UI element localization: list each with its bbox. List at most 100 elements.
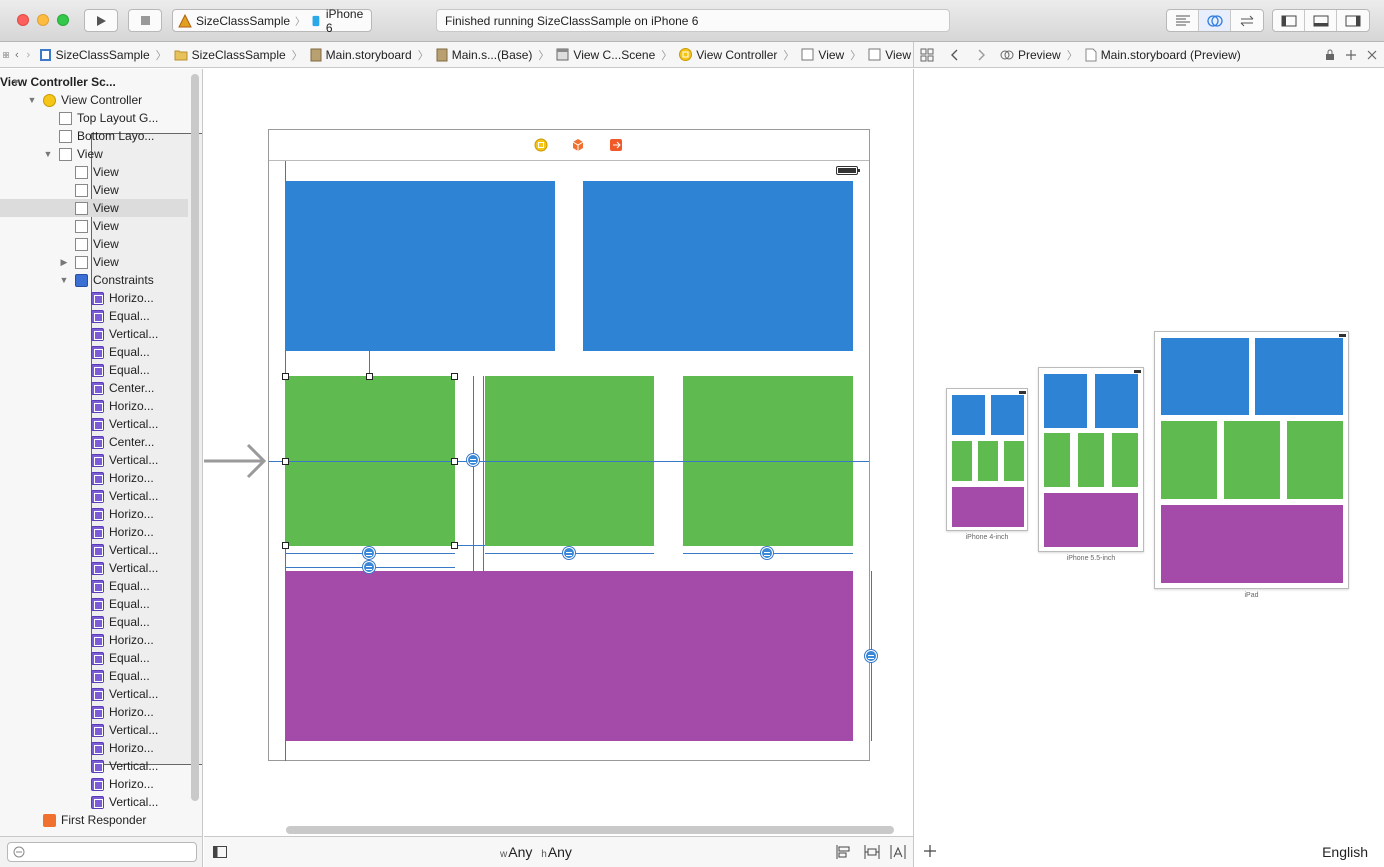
standard-editor-button[interactable] <box>1167 10 1199 31</box>
add-device-icon[interactable] <box>924 845 936 857</box>
horizontal-spacing-constraint[interactable] <box>473 376 474 576</box>
canvas-horizontal-scrollbar[interactable] <box>286 826 894 834</box>
outline-row-view[interactable]: ▼ View <box>0 145 188 163</box>
outline-row-vertical[interactable]: Vertical... <box>0 487 188 505</box>
constraint-equal-badge[interactable] <box>363 561 375 573</box>
outline-row-first-responder[interactable]: First Responder <box>0 811 188 829</box>
outline-row-vertical[interactable]: Vertical... <box>0 721 188 739</box>
outline-row-vertical[interactable]: Vertical... <box>0 685 188 703</box>
outline-row-view[interactable]: View <box>0 235 188 253</box>
outline-row-center[interactable]: Center... <box>0 379 188 397</box>
resize-handle[interactable] <box>366 373 373 380</box>
forward-arrow-icon[interactable] <box>976 49 986 61</box>
resize-handle[interactable] <box>282 542 289 549</box>
lock-icon[interactable] <box>1325 49 1335 61</box>
toggle-debug-area-button[interactable] <box>1305 10 1337 31</box>
first-responder-icon[interactable] <box>571 138 585 152</box>
outline-row-vertical[interactable]: Vertical... <box>0 415 188 433</box>
outline-row-equal[interactable]: Equal... <box>0 343 188 361</box>
outline-row-horizo[interactable]: Horizo... <box>0 703 188 721</box>
horizontal-spacing-constraint[interactable] <box>483 376 484 580</box>
outline-row-constraints[interactable]: ▼ Constraints <box>0 271 188 289</box>
center-y-constraint[interactable] <box>269 461 869 462</box>
outline-row-horizo[interactable]: Horizo... <box>0 631 188 649</box>
outline-row-equal[interactable]: Equal... <box>0 667 188 685</box>
constraint-equal-badge[interactable] <box>363 547 375 559</box>
related-items-icon[interactable] <box>920 48 934 62</box>
close-window-button[interactable] <box>17 14 29 26</box>
toggle-navigator-button[interactable] <box>1273 10 1305 31</box>
jumpbar-storyboard[interactable]: Main.storyboard <box>308 48 414 62</box>
outline-row-view[interactable]: View <box>0 199 188 217</box>
outline-row-center[interactable]: Center... <box>0 433 188 451</box>
size-class-selector[interactable]: wAny hAny <box>500 844 572 860</box>
toggle-utilities-button[interactable] <box>1337 10 1369 31</box>
view-controller-scene[interactable] <box>268 129 877 761</box>
outline-row-equal[interactable]: Equal... <box>0 307 188 325</box>
resize-handle[interactable] <box>451 542 458 549</box>
outline-row-view[interactable]: View <box>0 181 188 199</box>
jumpbar-group[interactable]: SizeClassSample <box>172 48 288 62</box>
disclosure-expanded-icon[interactable]: ▼ <box>27 95 37 105</box>
constraint-equal-badge[interactable] <box>865 650 877 662</box>
outline-row-horizo[interactable]: Horizo... <box>0 397 188 415</box>
back-arrow-icon[interactable] <box>15 49 19 61</box>
blue-view-left[interactable] <box>285 181 555 351</box>
forward-arrow-icon[interactable] <box>26 49 31 61</box>
outline-row-bottom-layo[interactable]: Bottom Layo... <box>0 127 188 145</box>
constraint-equal-badge[interactable] <box>563 547 575 559</box>
preview-language-selector[interactable]: English <box>1322 844 1368 860</box>
stop-button[interactable] <box>128 9 162 32</box>
assistant-mode-selector[interactable]: Preview <box>998 48 1063 62</box>
jumpbar-project[interactable]: SizeClassSample <box>37 48 152 62</box>
align-icon[interactable] <box>836 845 852 859</box>
outline-row-vertical[interactable]: Vertical... <box>0 793 188 811</box>
view-controller-icon[interactable] <box>534 138 548 152</box>
outline-row-equal[interactable]: Equal... <box>0 361 188 379</box>
outline-row-vertical[interactable]: Vertical... <box>0 451 188 469</box>
assistant-file[interactable]: Main.storyboard (Preview) <box>1083 48 1243 62</box>
outline-row-top-layout-g[interactable]: Top Layout G... <box>0 109 188 127</box>
outline-row-horizo[interactable]: Horizo... <box>0 289 188 307</box>
outline-row-horizo[interactable]: Horizo... <box>0 505 188 523</box>
pin-icon[interactable] <box>864 845 880 859</box>
outline-row-horizo[interactable]: Horizo... <box>0 775 188 793</box>
jumpbar-scene[interactable]: View C...Scene <box>554 48 657 62</box>
purple-view[interactable] <box>285 571 853 741</box>
jumpbar-subview[interactable]: View <box>866 48 913 62</box>
resize-handle[interactable] <box>282 373 289 380</box>
outline-row-vertical[interactable]: Vertical... <box>0 559 188 577</box>
outline-row-horizo[interactable]: Horizo... <box>0 469 188 487</box>
outline-row-vertical[interactable]: Vertical... <box>0 541 188 559</box>
resize-handle[interactable] <box>451 458 458 465</box>
blue-view-right[interactable] <box>583 181 853 351</box>
assistant-editor-button[interactable] <box>1199 10 1231 31</box>
outline-scrollbar[interactable] <box>191 74 199 801</box>
constraint-equal-badge[interactable] <box>761 547 773 559</box>
scheme-selector[interactable]: SizeClassSample 〉 iPhone 6 <box>172 7 372 35</box>
run-button[interactable] <box>84 9 118 32</box>
back-arrow-icon[interactable] <box>950 49 960 61</box>
toggle-outline-icon[interactable] <box>213 846 227 858</box>
spacing-constraint[interactable] <box>455 545 485 546</box>
outline-row-equal[interactable]: Equal... <box>0 595 188 613</box>
jumpbar-view[interactable]: View <box>799 48 846 62</box>
outline-row-view[interactable]: ▶ View <box>0 253 188 271</box>
exit-icon[interactable] <box>609 138 623 152</box>
disclosure-collapsed-icon[interactable]: ▶ <box>59 257 69 268</box>
outline-filter-field[interactable] <box>7 842 197 862</box>
disclosure-expanded-icon[interactable]: ▼ <box>11 77 21 87</box>
outline-row-view-controller-sc[interactable]: ▼ View Controller Sc... <box>0 73 202 765</box>
outline-row-equal[interactable]: Equal... <box>0 649 188 667</box>
fullscreen-window-button[interactable] <box>57 14 69 26</box>
outline-row-horizo[interactable]: Horizo... <box>0 523 188 541</box>
outline-row-view[interactable]: View <box>0 217 188 235</box>
outline-row-equal[interactable]: Equal... <box>0 613 188 631</box>
preview-ipad[interactable] <box>1154 331 1349 589</box>
outline-row-view[interactable]: View <box>0 163 188 181</box>
constraint-equal-badge[interactable] <box>467 454 479 466</box>
resolve-issues-icon[interactable] <box>890 845 906 859</box>
preview-iphone-5-5-inch[interactable] <box>1038 367 1144 552</box>
scheme-device[interactable]: iPhone 6 <box>305 7 371 35</box>
outline-row-view-controller[interactable]: ▼ View Controller <box>0 91 188 109</box>
